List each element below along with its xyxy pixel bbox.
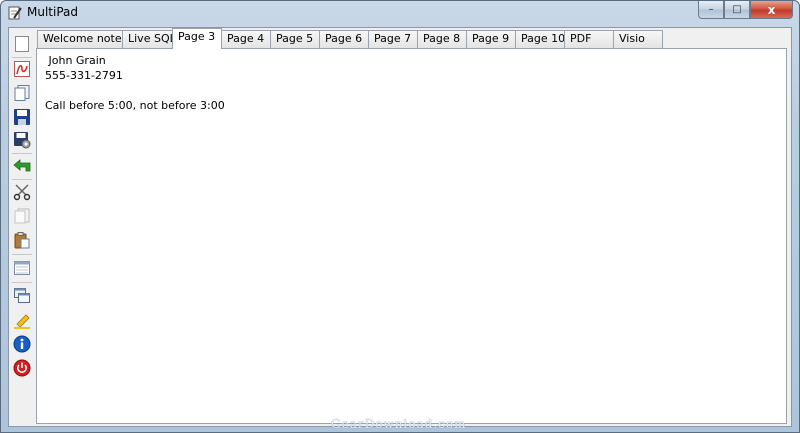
tab-page-6[interactable]: Page 6 (319, 30, 369, 48)
calendar-button[interactable] (12, 258, 32, 278)
tab-visio[interactable]: Visio (613, 30, 663, 48)
cut-scissors-icon (13, 184, 31, 201)
maximize-button[interactable]: □ (724, 1, 750, 19)
tab-welcome-note[interactable]: Welcome note (37, 30, 123, 48)
notepad-pencil-icon (8, 6, 22, 20)
minimize-button[interactable]: – (698, 1, 724, 19)
save-settings-button[interactable] (12, 130, 32, 150)
copy-document-icon (14, 85, 30, 101)
window-title: MultiPad (27, 5, 78, 19)
new-page-icon (15, 36, 29, 52)
undo-arrow-icon (13, 159, 31, 172)
windows-button[interactable] (12, 286, 32, 306)
editor-line: 555-331-2791 (45, 69, 123, 82)
tab-page-3[interactable]: Page 3 (172, 28, 222, 49)
copy-document-button[interactable] (12, 83, 32, 103)
pdf-icon (14, 61, 30, 77)
title-bar[interactable]: MultiPad – □ x (1, 1, 799, 27)
tab-page-8[interactable]: Page 8 (417, 30, 467, 48)
paste-button[interactable] (12, 230, 32, 250)
tab-page-7[interactable]: Page 7 (368, 30, 418, 48)
watermark: GearDownload.com (331, 417, 467, 431)
tab-strip: Welcome note Live SQL Page 3 Page 4 Page… (37, 28, 787, 49)
highlighter-icon (14, 314, 30, 329)
exit-button[interactable] (12, 358, 32, 378)
text-editor[interactable]: John Grain 555-331-2791 Call before 5:00, … (36, 48, 787, 424)
tab-page-5[interactable]: Page 5 (270, 30, 320, 48)
pdf-button[interactable] (12, 59, 32, 79)
info-icon (13, 335, 31, 353)
highlighter-button[interactable] (12, 311, 32, 331)
client-area: Welcome note Live SQL Page 3 Page 4 Page… (8, 27, 792, 427)
new-page-button[interactable] (12, 34, 32, 54)
calendar-icon (14, 261, 30, 275)
copy-button[interactable] (12, 206, 32, 226)
caption-buttons: – □ x (698, 1, 793, 19)
power-icon (13, 359, 31, 377)
copy-icon (14, 208, 30, 224)
paste-icon (14, 232, 30, 249)
tab-page-10[interactable]: Page 10 (515, 30, 565, 48)
app-window: MultiPad – □ x Welcome note Live SQL Pag… (0, 0, 800, 433)
tab-page-4[interactable]: Page 4 (221, 30, 271, 48)
save-button[interactable] (12, 107, 32, 127)
info-button[interactable] (12, 334, 32, 354)
tab-pdf[interactable]: PDF (564, 30, 614, 48)
editor-content[interactable]: John Grain 555-331-2791 Call before 5:00, … (45, 53, 225, 113)
save-icon (14, 109, 30, 125)
undo-button[interactable] (12, 156, 32, 176)
save-settings-icon (14, 132, 31, 149)
tab-page-9[interactable]: Page 9 (466, 30, 516, 48)
close-button[interactable]: x (750, 1, 793, 19)
editor-line: John Grain (45, 54, 106, 67)
side-toolbar (9, 28, 35, 426)
cut-button[interactable] (12, 182, 32, 202)
tab-live-sql[interactable]: Live SQL (122, 30, 176, 48)
editor-line: Call before 5:00, not before 3:00 (45, 99, 225, 112)
windows-icon (14, 288, 30, 303)
